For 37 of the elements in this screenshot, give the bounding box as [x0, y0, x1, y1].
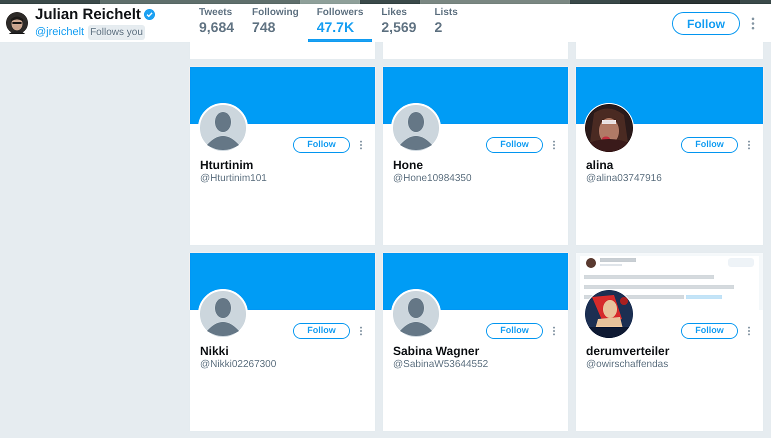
user-handle: @Hturtinim101: [200, 172, 267, 186]
user-handle: @owirschaffendas: [586, 358, 668, 372]
follow-button[interactable]: Follow: [486, 137, 543, 153]
default-avatar-icon: [198, 289, 248, 339]
follow-button[interactable]: Follow: [681, 137, 738, 153]
user-name[interactable]: Hone: [393, 156, 423, 174]
default-avatar-icon: [391, 103, 441, 153]
default-avatar-icon: [198, 103, 248, 153]
stat-tab[interactable]: Likes 2,569: [372, 4, 426, 42]
more-icon[interactable]: [359, 140, 363, 150]
follows-you-label: Follows you: [88, 24, 145, 40]
user-handle: @SabinaW53644552: [393, 358, 488, 372]
more-icon[interactable]: [751, 17, 755, 30]
user-name[interactable]: alina: [586, 156, 614, 174]
user-name[interactable]: derumverteiler: [586, 342, 670, 360]
user-name[interactable]: Sabina Wagner: [393, 342, 480, 360]
user-handle: @Nikki02267300: [200, 358, 276, 372]
profile-name: Julian Reichelt: [35, 6, 141, 23]
user-handle: @alina03747916: [586, 172, 662, 186]
default-avatar-icon: [391, 289, 441, 339]
user-handle: @Hone10984350: [393, 172, 472, 186]
more-icon[interactable]: [747, 140, 751, 150]
profile-handle[interactable]: @jreichelt: [35, 24, 84, 40]
stat-tab[interactable]: Tweets 9,684: [190, 4, 244, 42]
more-icon[interactable]: [552, 326, 556, 336]
follow-button[interactable]: Follow: [293, 137, 350, 153]
user-name[interactable]: Hturtinim: [200, 156, 254, 174]
more-icon[interactable]: [552, 140, 556, 150]
follow-button[interactable]: Follow: [293, 323, 350, 339]
follow-button[interactable]: Follow: [672, 12, 740, 35]
follow-button[interactable]: Follow: [681, 323, 738, 339]
more-icon[interactable]: [747, 326, 751, 336]
user-name[interactable]: Nikki: [200, 342, 229, 360]
stat-tab[interactable]: Lists 2: [425, 4, 467, 42]
more-icon[interactable]: [359, 326, 363, 336]
stat-tab[interactable]: Following 748: [243, 4, 308, 42]
follow-button[interactable]: Follow: [486, 323, 543, 339]
